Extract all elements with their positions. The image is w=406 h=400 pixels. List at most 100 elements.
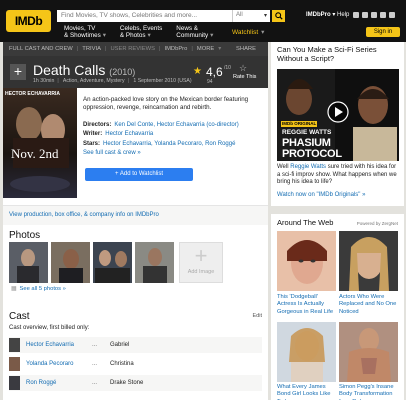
stars-links[interactable]: Hector Echavarria, Yolanda Pecoraro, Ron…	[103, 141, 235, 147]
rating-count[interactable]: 94	[207, 79, 213, 85]
top-navbar: IMDb Find Movies, TV shows, Celebrities …	[0, 0, 406, 42]
plus-icon: +	[194, 243, 208, 268]
promo-img-text1: REGGIE WATTS	[282, 129, 332, 136]
instagram-icon[interactable]	[362, 12, 368, 18]
cast-actor-name[interactable]: Yolanda Pecoraro	[26, 361, 92, 367]
watch-now-link[interactable]: Watch now on "IMDb Originals" »	[277, 192, 365, 198]
cast-subtitle: Cast overview, first billed only:	[9, 325, 90, 331]
avatar[interactable]	[9, 357, 20, 371]
credit-stars: Stars: Hector Echavarria, Yolanda Pecorar…	[83, 141, 235, 147]
cast-row: Ron Roggé ... Drake Stone	[9, 375, 262, 391]
photo-thumb[interactable]	[93, 242, 132, 283]
subnav-full-cast[interactable]: FULL CAST AND CREW	[9, 46, 73, 52]
nav-news[interactable]: News & Community ▾	[176, 25, 213, 39]
article-link[interactable]: Simon Pegg's Insane Body Transformation …	[339, 384, 394, 400]
search-icon	[274, 12, 283, 20]
nav-movies-tv[interactable]: Movies, TV & Showtimes ▾	[64, 25, 106, 39]
article-thumb[interactable]	[277, 231, 336, 291]
powered-by-zergnet: Powered by ZergNet	[356, 221, 398, 226]
main-nav-links: Movies, TV & Showtimes ▾ Celebs, Events &…	[64, 25, 227, 39]
writer-link[interactable]: Hector Echavarria	[105, 131, 153, 137]
photo-thumb[interactable]	[9, 242, 48, 283]
nav-news-line1: News &	[176, 25, 198, 32]
article-thumb[interactable]	[339, 322, 398, 382]
search-category-label: All	[236, 12, 243, 18]
imdb-logo[interactable]: IMDb	[6, 10, 51, 32]
promo-title[interactable]: Can You Make a Sci-Fi Series Without a S…	[277, 45, 399, 63]
nav-news-line2: Community	[176, 32, 209, 39]
caret-down-icon: ▾	[261, 29, 265, 36]
subnav-imdbpro[interactable]: IMDbPro	[164, 46, 187, 52]
chevron-down-icon: ▾	[263, 13, 267, 19]
cast-actor-name[interactable]: Hector Echavarria	[26, 342, 92, 348]
directors-label: Directors:	[83, 122, 112, 128]
subnav-trivia[interactable]: TRIVIA	[82, 46, 101, 52]
directors-links[interactable]: Ken Del Conte, Hector Echavarria (co-dir…	[114, 122, 238, 128]
poster-actor-text: HECTOR ECHAVARRIA	[5, 91, 61, 97]
photo-thumb[interactable]	[51, 242, 90, 283]
cast-dots: ...	[92, 361, 98, 367]
writer-label: Writer:	[83, 131, 103, 137]
rating-value: 4,6	[206, 65, 223, 79]
promo-description: Well Reggie Watts sure tried with his id…	[277, 164, 401, 187]
search-button[interactable]	[272, 10, 285, 22]
rating-max: /10	[224, 65, 231, 71]
title-overview: HECTOR ECHAVARRIA Nov. 2nd An action-pac…	[3, 88, 268, 208]
edit-cast-link[interactable]: Edit	[253, 313, 262, 319]
see-full-cast-link[interactable]: See full cast & crew »	[83, 150, 141, 156]
poster[interactable]: HECTOR ECHAVARRIA Nov. 2nd	[3, 88, 77, 198]
article-link[interactable]: Actors Who Were Replaced and No One Noti…	[339, 294, 396, 315]
promo-desc-pre: Well	[277, 164, 291, 170]
twitch-icon[interactable]	[371, 12, 377, 18]
article-thumb[interactable]	[277, 322, 336, 382]
photos-heading: Photos	[9, 230, 41, 241]
search-category-select[interactable]: All ▾	[232, 10, 270, 22]
nav-movies-tv-line2: & Showtimes	[64, 32, 101, 39]
add-image-button[interactable]: + Add Image	[179, 242, 223, 283]
article-link[interactable]: This 'Dodgeball' Actress Is Actually Gor…	[277, 294, 333, 315]
watchlist-link[interactable]: Watchlist ▾	[232, 28, 264, 36]
youtube-icon[interactable]	[389, 12, 395, 18]
grid-icon: ▦	[11, 286, 17, 292]
photo-thumb[interactable]	[135, 242, 174, 283]
nav-celebs-line2: & Photos	[119, 32, 146, 39]
promo-desc-link[interactable]: Reggie Watts	[290, 164, 326, 170]
help-link[interactable]: Help	[337, 12, 349, 18]
sign-in-button[interactable]: Sign in	[366, 27, 400, 37]
main-content: FULL CAST AND CREW | TRIVIA | USER REVIEWS…	[3, 42, 268, 400]
article-link[interactable]: What Every James Bond Girl Looks Like To…	[277, 384, 331, 400]
see-all-photos-link[interactable]: See all 5 photos »	[19, 286, 65, 292]
add-to-watchlist-button[interactable]: + Add to Watchlist	[85, 168, 193, 181]
search-input[interactable]: Find Movies, TV shows, Celebrities and m…	[57, 10, 232, 22]
prodinfo-link[interactable]: View production, box office, & company i…	[9, 212, 159, 218]
share-button[interactable]: SHARE	[236, 46, 256, 52]
sidebar: Can You Make a Sci-Fi Series Without a S…	[271, 42, 404, 400]
promo-banner: IMDb ORIGINAL	[282, 121, 317, 126]
avatar[interactable]	[9, 338, 20, 352]
credit-directors: Directors: Ken Del Conte, Hector Echavarr…	[83, 122, 239, 128]
caret-down-icon: ▾	[210, 32, 214, 39]
article-thumb[interactable]	[339, 231, 398, 291]
cast-character: Christina	[110, 361, 134, 367]
nav-celebs-line1: Celebs, Events	[119, 25, 163, 32]
facebook-icon[interactable]	[353, 12, 359, 18]
title-meta: 1h 30min | Action, Adventure, Mystery | 1 …	[33, 78, 192, 84]
nav-movies-tv-line1: Movies, TV	[64, 25, 96, 32]
nav-celebs[interactable]: Celebs, Events & Photos ▾	[120, 25, 162, 39]
poster-image	[3, 88, 77, 198]
subnav-more[interactable]: MORE	[197, 46, 214, 52]
cast-dots: ...	[92, 342, 98, 348]
add-to-watchlist-ribbon-icon[interactable]: +	[10, 64, 26, 80]
credit-writer: Writer: Hector Echavarria	[83, 131, 153, 137]
social-links	[353, 12, 395, 18]
genres: Action, Adventure, Mystery	[62, 78, 125, 84]
subnav-user-reviews[interactable]: USER REVIEWS	[111, 46, 155, 52]
avatar[interactable]	[9, 376, 20, 390]
imdbpro-info-bar: View production, box office, & company i…	[3, 205, 268, 225]
imdbpro-link[interactable]: IMDbPro ▾	[306, 11, 335, 18]
cast-actor-name[interactable]: Ron Roggé	[26, 380, 92, 386]
see-all-photos: ▦ See all 5 photos »	[11, 286, 66, 292]
star-outline-icon: ☆	[239, 63, 248, 73]
twitter-icon[interactable]	[380, 12, 386, 18]
promo-video[interactable]: IMDb ORIGINAL REGGIE WATTS PHASIUM PROTO…	[277, 69, 399, 161]
